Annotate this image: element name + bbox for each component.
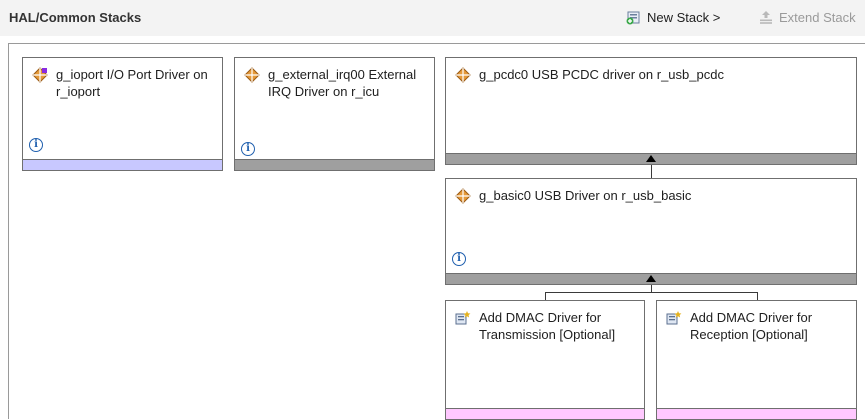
info-icon[interactable]: i xyxy=(29,138,43,152)
connector-basic-stem xyxy=(651,284,652,293)
module-usb-basic-bar xyxy=(446,273,856,284)
info-icon[interactable]: i xyxy=(241,142,255,156)
add-dmac-reception-bar xyxy=(657,408,856,419)
module-diamond-icon xyxy=(32,67,48,83)
add-dmac-reception[interactable]: Add DMAC Driver for Reception [Optional] xyxy=(656,300,857,420)
connector-dmac-tx xyxy=(545,292,546,300)
module-usb-basic-title: g_basic0 USB Driver on r_usb_basic xyxy=(479,188,692,203)
new-stack-label: New Stack > xyxy=(647,9,721,25)
module-ioport[interactable]: g_ioport I/O Port Driver on r_ioport i xyxy=(22,57,223,171)
module-external-irq-bar xyxy=(235,159,434,170)
module-diamond-icon xyxy=(244,67,260,83)
extend-stack-label: Extend Stack xyxy=(779,9,856,25)
extend-stack-button[interactable]: Extend Stack xyxy=(758,9,856,25)
module-usb-basic[interactable]: g_basic0 USB Driver on r_usb_basic i xyxy=(445,178,857,285)
new-stack-button[interactable]: New Stack > xyxy=(626,9,720,25)
module-diamond-icon xyxy=(455,67,471,83)
add-module-icon xyxy=(455,311,471,325)
add-dmac-reception-title: Add DMAC Driver for Reception [Optional] xyxy=(690,310,813,342)
add-dmac-transmission[interactable]: Add DMAC Driver for Transmission [Option… xyxy=(445,300,645,420)
connector-dmac-rx xyxy=(757,292,758,300)
extend-stack-icon xyxy=(760,11,772,24)
module-ioport-title: g_ioport I/O Port Driver on r_ioport xyxy=(56,67,208,99)
add-dmac-transmission-title: Add DMAC Driver for Transmission [Option… xyxy=(479,310,616,342)
stacks-canvas: g_ioport I/O Port Driver on r_ioport i g… xyxy=(8,43,865,420)
module-external-irq[interactable]: g_external_irq00 External IRQ Driver on … xyxy=(234,57,435,171)
stacks-header: HAL/Common Stacks New Stack > Extend Sta… xyxy=(0,0,865,36)
expand-up-arrow-icon[interactable] xyxy=(646,275,656,282)
expand-up-arrow-icon[interactable] xyxy=(646,155,656,162)
module-pcdc-bar xyxy=(446,153,856,164)
module-pcdc-title: g_pcdc0 USB PCDC driver on r_usb_pcdc xyxy=(479,67,724,82)
module-pcdc[interactable]: g_pcdc0 USB PCDC driver on r_usb_pcdc xyxy=(445,57,857,165)
panel-title: HAL/Common Stacks xyxy=(9,10,142,25)
module-external-irq-title: g_external_irq00 External IRQ Driver on … xyxy=(268,67,417,99)
add-dmac-transmission-bar xyxy=(446,408,644,419)
info-icon[interactable]: i xyxy=(452,252,466,266)
module-ioport-bar xyxy=(23,159,222,170)
connector-pcdc-basic xyxy=(651,164,652,179)
new-stack-icon xyxy=(626,11,640,25)
module-diamond-icon xyxy=(455,188,471,204)
add-module-icon xyxy=(666,311,682,325)
